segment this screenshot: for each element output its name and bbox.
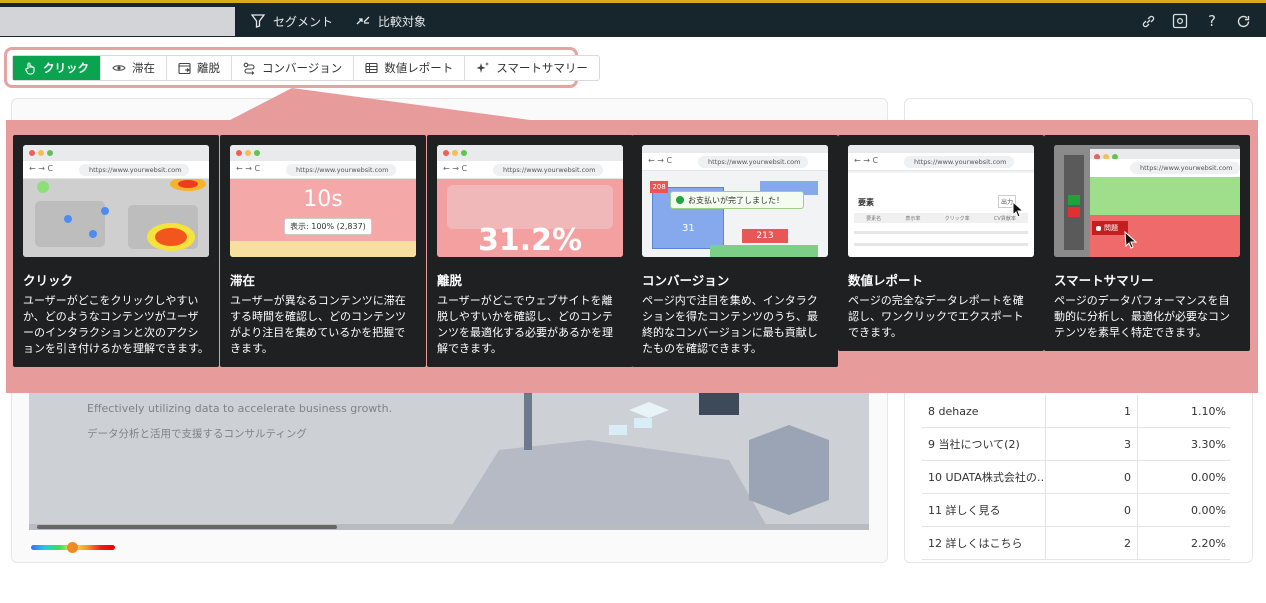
- element-table: 8 dehaze 1 1.10% 9 当社について(2) 3 3.30% 10 UDAT…: [922, 395, 1230, 560]
- row-percent: 0.00%: [1191, 470, 1226, 484]
- card-title: クリック: [23, 273, 74, 288]
- row-name: 12 詳しくはこちら: [922, 527, 1046, 559]
- preview-tagline-jp: データ分析と活用で支援するコンサルティング: [87, 428, 307, 440]
- card-description: ページ内で注目を集め、インタラクションを得たコンテンツのうち、最終的なコンバージ…: [642, 294, 818, 355]
- url-bar: https://www.yourwebsit.com: [698, 156, 808, 168]
- preview-tagline-en: Effectively utilizing data to accelerate…: [87, 402, 393, 415]
- exit-rate-value: 31.2%: [477, 223, 583, 257]
- toast-text: お支払いが完了しました！: [688, 195, 784, 205]
- card-title: 滞在: [230, 273, 256, 288]
- card-report-screenshot: ← → Chttps://www.yourwebsit.com 要素 出力 要素…: [848, 145, 1034, 257]
- col-header: 表示率: [905, 215, 921, 222]
- card-conversion-screenshot: ← → Chttps://www.yourwebsit.com 208 31 2…: [642, 145, 828, 257]
- card-description: ページのデータパフォーマンスを自動的に分析し、最適化が必要なコンテンツを素早く特…: [1054, 294, 1230, 339]
- card-title: 離脱: [437, 273, 463, 288]
- url-bar: https://www.yourwebsit.com: [904, 156, 1014, 168]
- row-percent: 0.00%: [1191, 503, 1226, 517]
- issue-label: 問題: [1104, 224, 1118, 232]
- feature-card-smart-summary: https://www.yourwebsit.com 問題 スマートサマリー ペ…: [1044, 135, 1250, 351]
- table-row[interactable]: 9 当社について(2) 3 3.30%: [922, 428, 1230, 461]
- col-header: 要素名: [866, 215, 882, 222]
- url-bar: https://www.yourwebsit.com: [286, 164, 396, 176]
- payment-toast: お支払いが完了しました！: [670, 191, 804, 209]
- row-count: 3: [1046, 428, 1138, 460]
- row-percent: 3.30%: [1191, 437, 1226, 451]
- card-dwell-screenshot: ← → Chttps://www.yourwebsit.com 10s 表示: …: [230, 145, 416, 257]
- card-description: ユーザーがどこでウェブサイトを離脱しやすいかを確認し、どのコンテンツを最適化する…: [437, 294, 613, 355]
- badge-value: 31: [682, 223, 695, 234]
- heatmap-legend-knob[interactable]: [67, 542, 78, 553]
- card-title: 数値レポート: [848, 273, 924, 288]
- feature-card-click: ← → Chttps://www.yourwebsit.com クリック ユーザ…: [13, 135, 219, 367]
- table-row[interactable]: 8 dehaze 1 1.10%: [922, 395, 1230, 428]
- report-section-title: 要素: [858, 198, 874, 207]
- page-preview[interactable]: Effectively utilizing data to accelerate…: [29, 380, 869, 530]
- tooltip-pointer: [230, 88, 530, 120]
- url-bar: https://www.yourwebsit.com: [493, 164, 603, 176]
- row-name: 11 詳しく見る: [922, 494, 1046, 526]
- card-description: ページの完全なデータレポートを確認し、ワンクリックでエクスポートできます。: [848, 294, 1024, 339]
- row-name: 9 当社について(2): [922, 428, 1046, 460]
- card-exit-screenshot: ← → Chttps://www.yourwebsit.com 31.2%: [437, 145, 623, 257]
- badge-value: 213: [742, 229, 788, 243]
- feature-card-exit: ← → Chttps://www.yourwebsit.com 31.2% 離脱…: [427, 135, 633, 367]
- row-percent: 1.10%: [1191, 404, 1226, 418]
- url-bar: https://www.yourwebsit.com: [79, 164, 189, 176]
- table-row[interactable]: 10 UDATA株式会社の… 0 0.00%: [922, 461, 1230, 494]
- bell-icon: [1096, 225, 1101, 231]
- badge-value: 208: [650, 181, 668, 193]
- row-name: 10 UDATA株式会社の…: [922, 461, 1046, 493]
- url-bar: https://www.yourwebsit.com: [1130, 162, 1240, 174]
- preview-scroll-thumb[interactable]: [37, 525, 337, 529]
- check-icon: [676, 196, 684, 204]
- preview-scrollbar[interactable]: [29, 524, 869, 530]
- row-percent: 2.20%: [1191, 536, 1226, 550]
- cursor-icon: [1124, 231, 1138, 249]
- feature-card-dwell: ← → Chttps://www.yourwebsit.com 10s 表示: …: [220, 135, 426, 367]
- table-row[interactable]: 12 詳しくはこちら 2 2.20%: [922, 527, 1230, 560]
- card-title: コンバージョン: [642, 273, 730, 288]
- issue-badge: 問題: [1092, 221, 1128, 235]
- row-name: 8 dehaze: [922, 395, 1046, 427]
- feature-card-report: ← → Chttps://www.yourwebsit.com 要素 出力 要素…: [838, 135, 1044, 351]
- cursor-icon: [1012, 201, 1024, 217]
- card-click-screenshot: ← → Chttps://www.yourwebsit.com: [23, 145, 209, 257]
- dwell-tooltip: 表示: 100% (2,837): [284, 218, 372, 235]
- row-count: 0: [1046, 461, 1138, 493]
- card-description: ユーザーがどこをクリックしやすいか、どのようなコンテンツがユーザーのインタラクシ…: [23, 294, 209, 355]
- card-description: ユーザーが異なるコンテンツに滞在する時間を確認し、どのコンテンツがより注目を集め…: [230, 294, 406, 355]
- col-header: クリック率: [944, 215, 970, 222]
- feature-card-conversion: ← → Chttps://www.yourwebsit.com 208 31 2…: [632, 135, 838, 367]
- dwell-time-value: 10s: [303, 187, 343, 212]
- card-smart-summary-screenshot: https://www.yourwebsit.com 問題: [1054, 145, 1240, 257]
- table-row[interactable]: 11 詳しく見る 0 0.00%: [922, 494, 1230, 527]
- row-count: 1: [1046, 395, 1138, 427]
- row-count: 2: [1046, 527, 1138, 559]
- card-title: スマートサマリー: [1054, 273, 1154, 288]
- row-count: 0: [1046, 494, 1138, 526]
